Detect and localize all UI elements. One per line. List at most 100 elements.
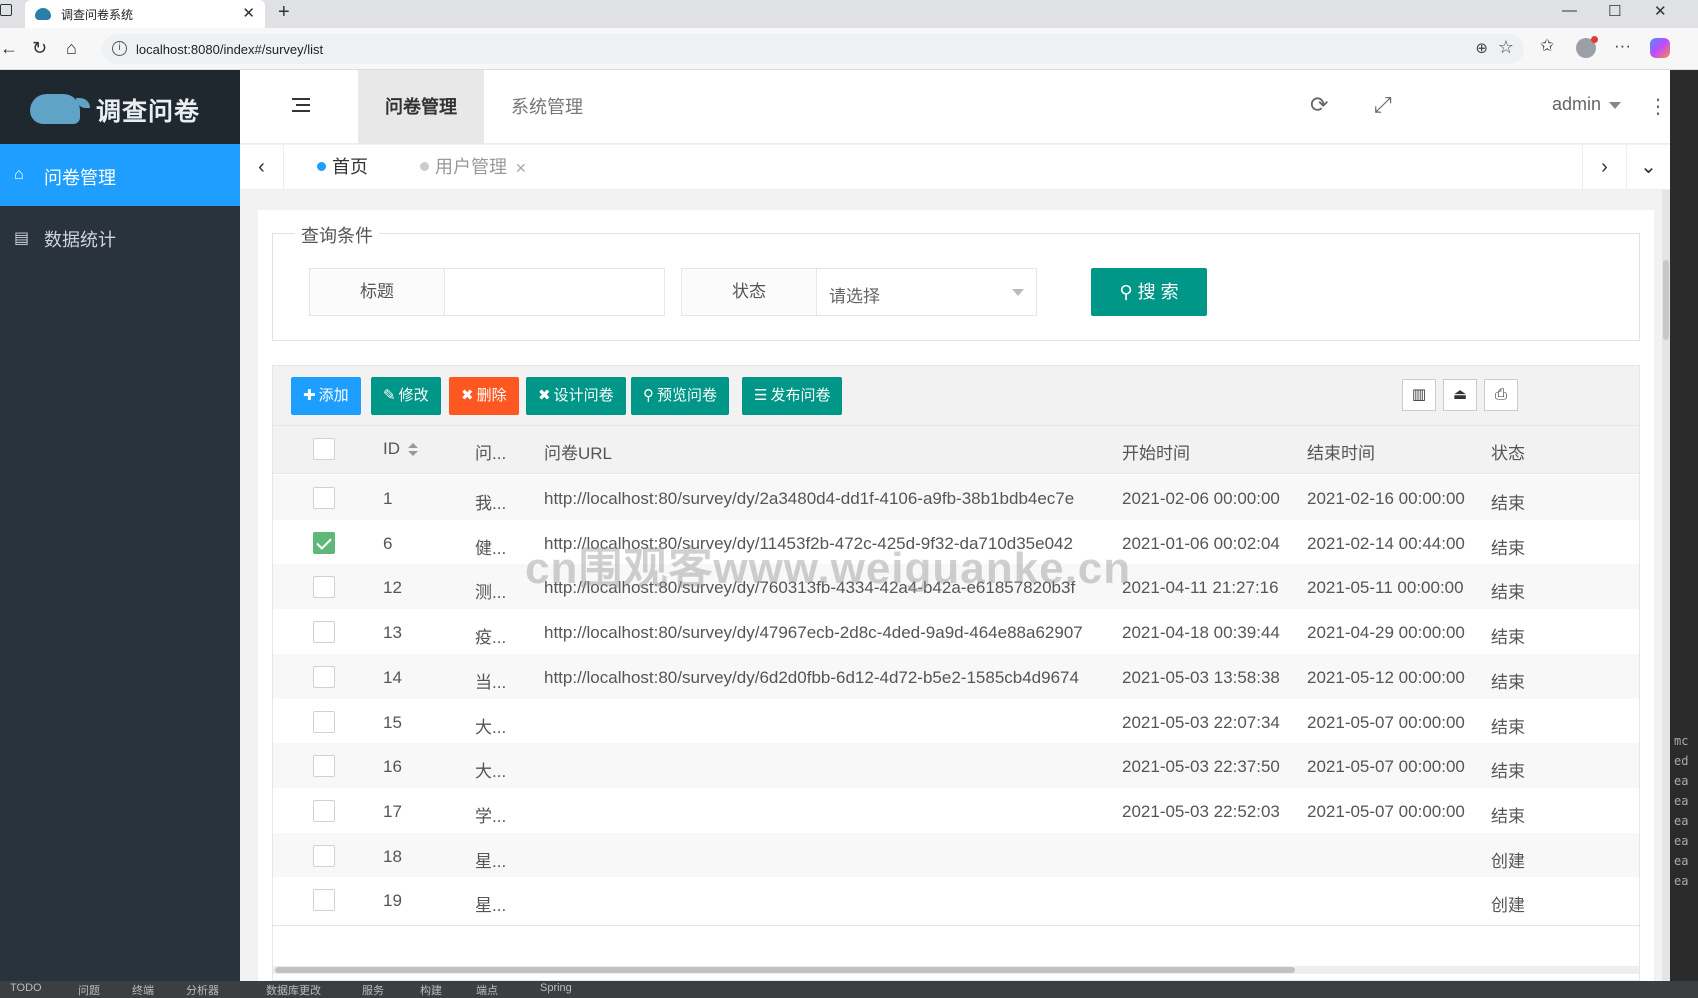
status-profiler[interactable]: 分析器 [186, 982, 219, 998]
columns-icon[interactable]: ▥ [1402, 379, 1436, 411]
column-header-status: 状态 [1491, 444, 1525, 463]
preview-survey-button[interactable]: ⚲ 预览问卷 [631, 377, 730, 415]
tabs-prev-icon[interactable]: ‹ [240, 145, 284, 190]
close-tab-icon[interactable]: ✕ [242, 4, 255, 22]
table-row[interactable]: 1 我... http://localhost:80/survey/dy/2a348… [273, 475, 1639, 524]
table-row[interactable]: 14 当... http://localhost:80/survey/dy/6d2d… [273, 653, 1639, 703]
url-text: localhost:8080/index#/survey/list [136, 42, 324, 57]
export-icon[interactable]: ⏏ [1443, 379, 1477, 411]
table-row[interactable]: 16 大... 2021-05-03 22:37:50 2021-05-07 00:0… [273, 743, 1639, 793]
cell-title: 学... [475, 806, 507, 826]
status-terminal[interactable]: 终端 [132, 982, 154, 998]
sort-icon[interactable] [408, 442, 418, 457]
zoom-icon[interactable]: ⊕ [1475, 39, 1488, 57]
table-row[interactable]: 19 星... 创建 [273, 877, 1639, 927]
logo: 调查问卷 [0, 70, 240, 144]
select-all-checkbox[interactable] [313, 438, 335, 460]
maximize-icon[interactable]: ☐ [1608, 2, 1621, 20]
tabs-next-icon[interactable]: › [1582, 145, 1626, 190]
status-build[interactable]: 构建 [420, 982, 442, 998]
sidebar-item-stats[interactable]: ▤ 数据统计 [0, 206, 240, 268]
publish-survey-button[interactable]: ☰ 发布问卷 [742, 377, 843, 415]
status-problems[interactable]: 问题 [78, 982, 100, 998]
edit-button[interactable]: ✎ 修改 [371, 377, 441, 415]
new-tab-icon[interactable]: + [278, 1, 290, 24]
row-checkbox[interactable] [313, 755, 335, 778]
table-horizontal-scrollbar[interactable] [273, 966, 1639, 974]
reload-icon[interactable]: ↻ [32, 38, 47, 59]
table-row[interactable]: 15 大... 2021-05-03 22:07:34 2021-05-07 00:0… [273, 698, 1639, 748]
search-button[interactable]: ⚲ 搜 索 [1091, 268, 1207, 316]
design-survey-button[interactable]: ✖ 设计问卷 [526, 377, 626, 415]
favorite-star-icon[interactable]: ☆ [1498, 37, 1514, 58]
row-checkbox[interactable] [313, 889, 335, 912]
cell-end: 2021-05-07 00:00:00 [1307, 712, 1465, 732]
row-checkbox[interactable] [313, 844, 335, 867]
fullscreen-icon[interactable]: ⤢ [1374, 92, 1392, 118]
row-checkbox[interactable] [313, 531, 335, 554]
top-menu-system[interactable]: 系统管理 [484, 70, 610, 144]
status-endpoints[interactable]: 端点 [476, 982, 498, 998]
scrollbar-thumb[interactable] [275, 967, 1295, 973]
status-select[interactable]: 请选择 [817, 268, 1037, 316]
tab-close-icon[interactable]: ✕ [515, 160, 527, 176]
cell-start: 2021-02-06 00:00:00 [1122, 489, 1280, 508]
cell-id: 18 [383, 846, 402, 866]
menu-toggle-icon[interactable] [292, 98, 310, 112]
cell-start: 2021-04-11 21:27:16 [1122, 578, 1279, 598]
tabs-dropdown-icon[interactable]: ⌄ [1626, 145, 1670, 190]
delete-button[interactable]: ✖ 删除 [449, 377, 519, 415]
cell-start: 2021-04-18 00:39:44 [1122, 623, 1280, 643]
minimize-icon[interactable]: — [1562, 2, 1577, 19]
title-input[interactable] [445, 268, 665, 316]
tab-home[interactable]: 首页 [317, 145, 368, 190]
table-row[interactable]: 13 疫... http://localhost:80/survey/dy/4796… [273, 609, 1639, 659]
table-row[interactable]: 18 星... 创建 [273, 832, 1639, 882]
print-icon[interactable]: ⎙ [1484, 379, 1518, 411]
status-services[interactable]: 服务 [362, 982, 384, 998]
add-button[interactable]: ✚ 添加 [291, 377, 361, 415]
close-window-icon[interactable]: ✕ [1654, 2, 1667, 20]
cell-id: 17 [383, 801, 402, 821]
table-row[interactable]: 17 学... 2021-05-03 22:52:03 2021-05-07 00:0… [273, 787, 1639, 837]
top-menu-survey[interactable]: 问卷管理 [358, 70, 484, 144]
row-checkbox[interactable] [313, 665, 335, 688]
cell-end: 2021-05-11 00:00:00 [1307, 578, 1464, 598]
favorites-icon[interactable]: ✩ [1540, 36, 1554, 56]
row-checkbox[interactable] [313, 621, 335, 644]
tab-actions-icon[interactable] [0, 4, 12, 16]
ide-text: mc [1674, 734, 1689, 748]
url-field[interactable]: i localhost:8080/index#/survey/list ⊕ ☆ [102, 34, 1524, 64]
browser-tab-title: 调查问卷系统 [61, 8, 134, 22]
sidebar-item-label: 问卷管理 [44, 168, 116, 188]
profile-avatar[interactable] [1576, 36, 1598, 58]
more-vertical-icon[interactable]: ⋮ [1648, 94, 1668, 119]
status-todo[interactable]: TODO [10, 982, 42, 994]
row-checkbox[interactable] [313, 576, 335, 599]
column-header-id[interactable]: ID [383, 439, 418, 459]
back-icon[interactable]: ← [0, 38, 18, 59]
browser-tab[interactable]: 调查问卷系统 ✕ [25, 0, 265, 28]
cell-title: 健... [475, 538, 507, 558]
home-icon[interactable]: ⌂ [66, 38, 77, 59]
page-scrollbar[interactable] [1662, 190, 1670, 981]
tab-user-management[interactable]: 用户管理 ✕ [420, 145, 527, 190]
copilot-icon[interactable] [1650, 38, 1670, 58]
status-spring[interactable]: Spring [540, 982, 572, 994]
cell-end: 2021-04-29 00:00:00 [1307, 623, 1465, 643]
cell-end: 2021-05-07 00:00:00 [1307, 801, 1465, 821]
button-label: 删除 [476, 387, 507, 404]
refresh-icon[interactable]: ⟳ [1310, 92, 1328, 118]
user-menu[interactable]: admin [1552, 94, 1622, 115]
search-icon: ⚲ [643, 387, 654, 404]
site-info-icon[interactable]: i [112, 41, 127, 56]
row-checkbox[interactable] [313, 487, 335, 509]
sidebar-item-survey[interactable]: ⌂ 问卷管理 [0, 144, 240, 206]
row-checkbox[interactable] [313, 710, 335, 733]
status-db-changes[interactable]: 数据库更改 [266, 982, 321, 998]
column-header-url: 问卷URL [544, 444, 613, 463]
scrollbar-thumb[interactable] [1663, 260, 1669, 340]
title-label: 标题 [309, 268, 445, 316]
row-checkbox[interactable] [313, 799, 335, 822]
more-menu-icon[interactable]: ··· [1614, 36, 1631, 56]
